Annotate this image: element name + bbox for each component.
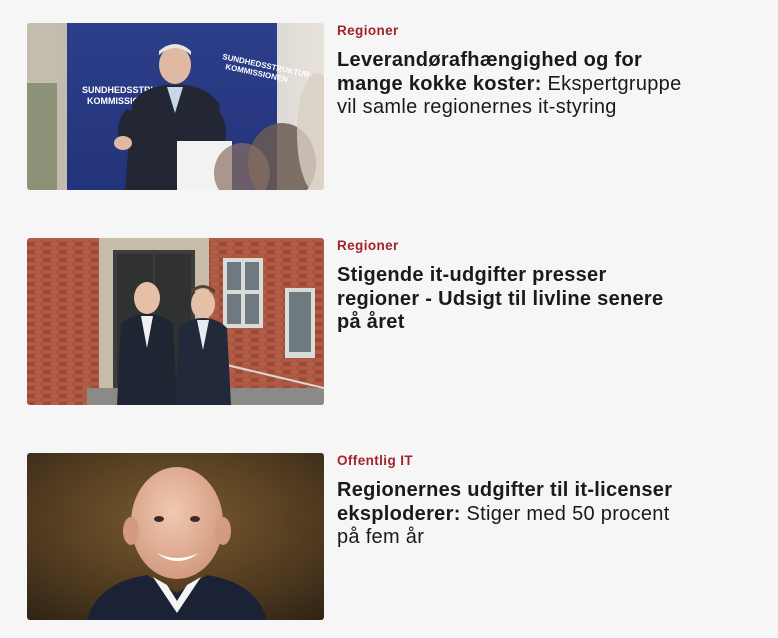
article-card[interactable]: Regioner Stigende it-udgifter presser re… <box>27 238 707 405</box>
article-headline[interactable]: Stigende it-udgifter presser regioner - … <box>337 264 687 335</box>
article-card[interactable]: SUNDHEDSSTRUKTUR- KOMMISSIONEN SUNDHEDSS… <box>27 23 707 190</box>
article-thumbnail[interactable]: SUNDHEDSSTRUKTUR- KOMMISSIONEN SUNDHEDSS… <box>27 23 324 190</box>
portrait-of-smiling-man-photo <box>27 453 324 620</box>
article-thumbnail[interactable] <box>27 453 324 620</box>
headline-bold: Stigende it-udgifter presser regioner - … <box>337 264 664 333</box>
article-thumbnail[interactable] <box>27 238 324 405</box>
two-men-at-building-entrance-photo <box>27 238 324 405</box>
article-text: Regioner Stigende it-udgifter presser re… <box>337 238 687 335</box>
speaker-at-podium-photo: SUNDHEDSSTRUKTUR- KOMMISSIONEN SUNDHEDSS… <box>27 23 324 190</box>
article-card[interactable]: Offentlig IT Regionernes udgifter til it… <box>27 453 707 620</box>
article-category[interactable]: Offentlig IT <box>337 453 687 469</box>
article-headline[interactable]: Regionernes udgifter til it-licenser eks… <box>337 479 687 550</box>
article-category[interactable]: Regioner <box>337 23 687 39</box>
article-headline[interactable]: Leverandørafhængighed og for mange kokke… <box>337 49 687 120</box>
article-text: Regioner Leverandørafhængighed og for ma… <box>337 23 687 120</box>
article-category[interactable]: Regioner <box>337 238 687 254</box>
article-list: SUNDHEDSSTRUKTUR- KOMMISSIONEN SUNDHEDSS… <box>0 0 778 638</box>
article-text: Offentlig IT Regionernes udgifter til it… <box>337 453 687 550</box>
